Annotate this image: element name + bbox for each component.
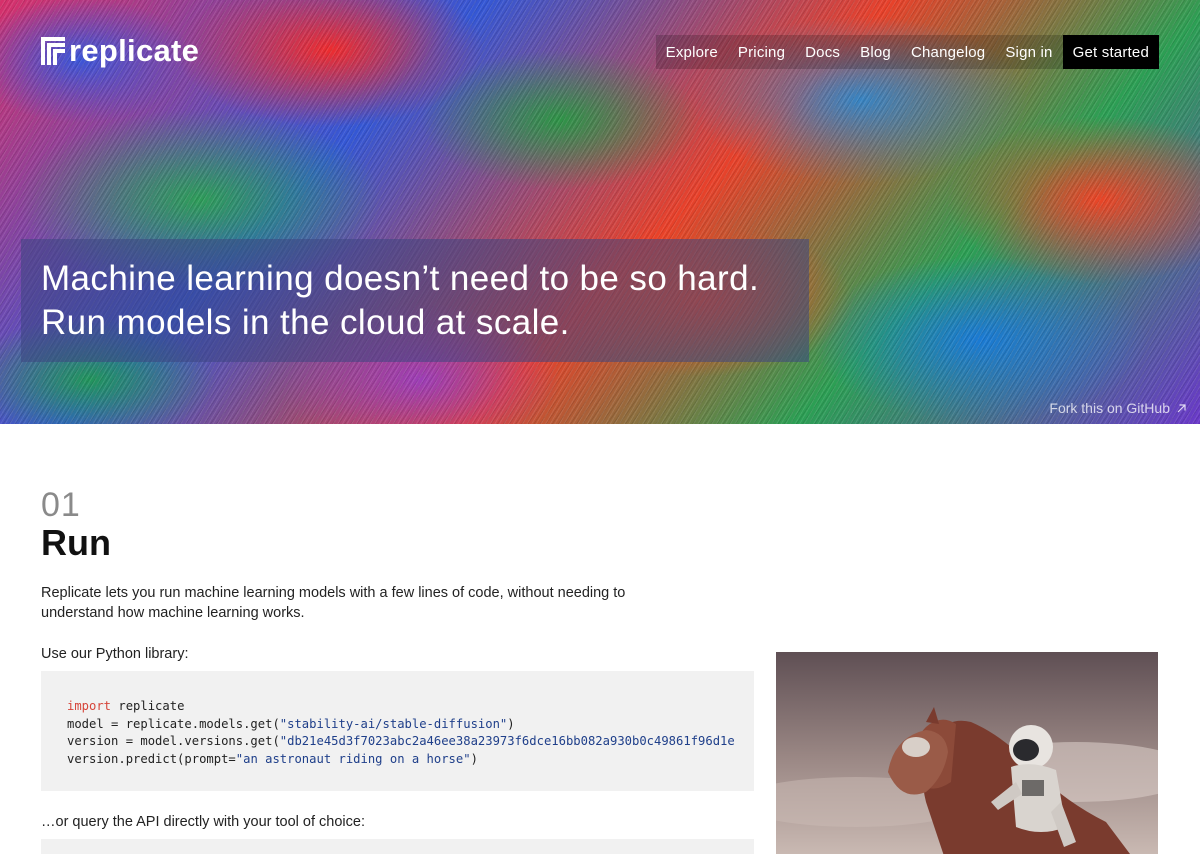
- fork-github-link[interactable]: Fork this on GitHub: [1049, 400, 1187, 416]
- nav-pricing[interactable]: Pricing: [728, 35, 795, 69]
- api-label: …or query the API directly with your too…: [41, 814, 365, 830]
- hero-headline: Machine learning doesn’t need to be so h…: [21, 239, 809, 362]
- intro-text: Replicate lets you run machine learning …: [41, 585, 626, 621]
- astronaut-horse-illustration: [776, 652, 1158, 854]
- main-nav: Explore Pricing Docs Blog Changelog Sign…: [655, 35, 1159, 69]
- replicate-logo-icon: [41, 37, 65, 65]
- section-title: Run: [41, 522, 111, 563]
- code-text: ): [470, 751, 478, 766]
- step-number: 01: [41, 486, 81, 524]
- api-code-block[interactable]: [41, 839, 754, 854]
- nav-explore[interactable]: Explore: [656, 35, 728, 69]
- nav-changelog[interactable]: Changelog: [901, 35, 995, 69]
- nav-sign-in[interactable]: Sign in: [995, 35, 1062, 69]
- code-string: "db21e45d3f7023abc2a46ee38a23973f6dce16b…: [279, 734, 735, 748]
- nav-blog[interactable]: Blog: [850, 35, 901, 69]
- code-string: "an astronaut riding on a horse": [235, 751, 471, 766]
- code-keyword: import: [67, 699, 112, 713]
- code-string: "stability-ai/stable-diffusion": [279, 716, 508, 731]
- code-text: replicate: [111, 699, 185, 713]
- site-logo[interactable]: replicate: [41, 33, 199, 69]
- arrow-up-right-icon: [1177, 403, 1186, 412]
- hero-banner: replicate Explore Pricing Docs Blog Chan…: [0, 0, 1200, 424]
- code-text: version = model.versions.get(: [67, 734, 280, 748]
- headline-line-1: Machine learning doesn’t need to be so h…: [41, 259, 760, 298]
- headline-line-2: Run models in the cloud at scale.: [41, 303, 570, 342]
- logo-text: replicate: [69, 33, 200, 68]
- astronaut-horse-image: [776, 652, 1158, 854]
- python-library-label: Use our Python library:: [41, 646, 189, 662]
- code-text: ): [507, 716, 515, 731]
- fork-github-label: Fork this on GitHub: [1049, 400, 1170, 416]
- get-started-button[interactable]: Get started: [1062, 35, 1159, 69]
- code-text: version.predict(prompt=: [67, 751, 236, 766]
- code-text: model = replicate.models.get(: [67, 716, 280, 731]
- nav-docs[interactable]: Docs: [795, 35, 850, 69]
- python-code-block[interactable]: import replicate model = replicate.model…: [41, 671, 754, 791]
